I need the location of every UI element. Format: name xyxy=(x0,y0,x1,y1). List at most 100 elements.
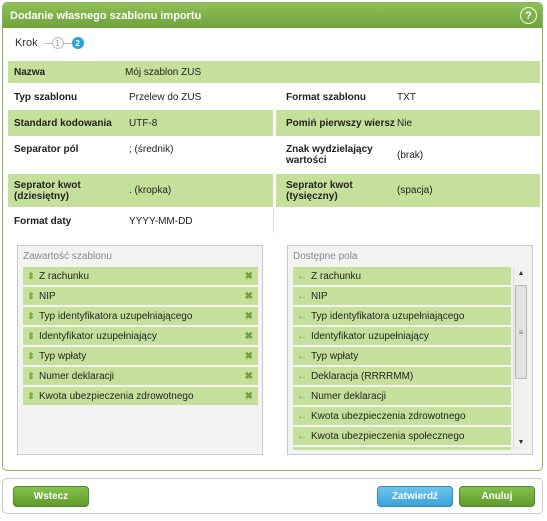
amount-separator-row: Seprator kwot (dziesiętny) . (kropka) Se… xyxy=(8,174,540,207)
step-connector xyxy=(63,42,72,44)
add-arrow-icon[interactable]: ← xyxy=(293,391,311,402)
dialog-footer: Wstecz Zatwierdź Anuluj xyxy=(2,478,543,514)
add-arrow-icon[interactable]: ← xyxy=(293,431,311,442)
add-arrow-icon[interactable]: ← xyxy=(293,291,311,302)
list-item[interactable]: ← Identyfikator uzupełniający xyxy=(293,327,511,345)
remove-icon[interactable]: ✖ xyxy=(245,311,253,322)
list-item-label: Typ identyfikatora uzupełniającego xyxy=(39,310,193,322)
list-item-label: Typ wpłaty xyxy=(311,350,359,362)
available-fields-title: Dostępne pola xyxy=(293,251,358,262)
type-row: Typ szablonu Przelew do ZUS Format szabl… xyxy=(8,86,540,108)
available-fields-scrollbar[interactable]: ▲ ≡ ▼ xyxy=(513,267,528,450)
step-1: 1 xyxy=(51,37,64,49)
list-item[interactable]: ⇕ NIP ✖ xyxy=(23,287,258,305)
list-item[interactable]: ← Typ wpłaty xyxy=(293,347,511,365)
drag-handle-icon[interactable]: ⇕ xyxy=(23,291,39,302)
list-item-label: Kwota ubezpieczenia społecznego xyxy=(311,430,465,442)
skip-first-value: Nie xyxy=(397,117,413,129)
list-item-label: NIP xyxy=(39,290,56,302)
type-label: Typ szablonu xyxy=(14,91,78,103)
quote-char-value: (brak) xyxy=(397,149,424,161)
back-button[interactable]: Wstecz xyxy=(13,486,89,507)
add-arrow-icon[interactable]: ← xyxy=(293,311,311,322)
drag-handle-icon[interactable]: ⇕ xyxy=(23,391,39,402)
name-label: Nazwa xyxy=(14,66,46,78)
step-2: 2 xyxy=(71,37,84,49)
step-label: Krok xyxy=(15,37,38,49)
template-contents-list: ⇕ Z rachunku ✖ ⇕ NIP ✖ ⇕ Typ identyfikatora u… xyxy=(23,267,258,407)
drag-handle-icon[interactable]: ⇕ xyxy=(23,371,39,382)
remove-icon[interactable]: ✖ xyxy=(245,351,253,362)
encoding-value: UTF-8 xyxy=(129,117,158,129)
name-value: Mój szablon ZUS xyxy=(125,66,202,78)
skip-first-label: Pomiń pierwszy wiersz xyxy=(286,117,395,129)
add-arrow-icon[interactable]: ← xyxy=(293,271,311,282)
add-arrow-icon[interactable]: ← xyxy=(293,371,311,382)
add-arrow-icon[interactable]: ← xyxy=(293,331,311,342)
list-item[interactable]: ⇕ Numer deklaracji ✖ xyxy=(23,367,258,385)
list-item-label: Z rachunku xyxy=(311,270,362,282)
list-item-label: Kwota ubezpieczenia zdrowotnego xyxy=(39,390,194,402)
date-format-label: Format daty xyxy=(14,215,72,227)
template-contents-title: Zawartość szablonu xyxy=(23,251,112,262)
available-fields-panel: Dostępne pola ← Z rachunku ← NIP ← Typ iden… xyxy=(287,245,533,455)
dialog-titlebar: Dodanie własnego szablonu importu ? xyxy=(3,3,542,28)
template-contents-panel: Zawartość szablonu ⇕ Z rachunku ✖ ⇕ NIP ✖ ⇕ T… xyxy=(17,245,263,455)
drag-handle-icon[interactable]: ⇕ xyxy=(23,331,39,342)
type-value: Przelew do ZUS xyxy=(129,91,202,103)
add-arrow-icon[interactable]: ← xyxy=(293,411,311,422)
decimal-separator-value: . (kropka) xyxy=(129,185,172,196)
date-format-row: Format daty YYYY-MM-DD xyxy=(8,209,540,233)
list-item[interactable]: ⇕ Typ wpłaty ✖ xyxy=(23,347,258,365)
step-progress: 1 2 xyxy=(43,37,84,49)
list-item[interactable]: ⇕ Identyfikator uzupełniający ✖ xyxy=(23,327,258,345)
list-item-label: NIP xyxy=(311,290,328,302)
format-value: TXT xyxy=(397,91,416,103)
list-item[interactable]: ⇕ Kwota ubezpieczenia zdrowotnego ✖ xyxy=(23,387,258,405)
drag-handle-icon[interactable]: ⇕ xyxy=(23,311,39,322)
encoding-row: Standard kodowania UTF-8 Pomiń pierwszy … xyxy=(8,110,540,136)
thousand-separator-label: Seprator kwot (tysięczny) xyxy=(286,179,353,202)
remove-icon[interactable]: ✖ xyxy=(245,271,253,282)
list-item[interactable]: ← Kwota ubezpieczenia zdrowotnego xyxy=(293,407,511,425)
step-connector xyxy=(43,42,52,44)
name-row: Nazwa Mój szablon ZUS xyxy=(8,61,540,83)
remove-icon[interactable]: ✖ xyxy=(245,291,253,302)
scroll-down-icon[interactable]: ▼ xyxy=(514,436,528,450)
step-indicator: Krok 1 2 xyxy=(3,28,542,58)
thousand-separator-value: (spacja) xyxy=(397,185,433,196)
add-arrow-icon[interactable]: ← xyxy=(293,351,311,362)
remove-icon[interactable]: ✖ xyxy=(245,371,253,382)
available-fields-list: ← Z rachunku ← NIP ← Typ identyfikatora uzu… xyxy=(293,267,511,450)
list-item-label: Identyfikator uzupełniający xyxy=(39,330,157,342)
list-item-label: Deklaracja (RRRRMM) xyxy=(311,370,414,382)
list-item[interactable]: ← Kwota ubezpieczenia społecznego xyxy=(293,427,511,445)
list-item[interactable]: ← Deklaracja (RRRRMM) xyxy=(293,367,511,385)
drag-handle-icon[interactable]: ⇕ xyxy=(23,271,39,282)
dialog-title: Dodanie własnego szablonu importu xyxy=(10,9,202,22)
list-item[interactable]: ← NIP xyxy=(293,287,511,305)
scroll-thumb[interactable]: ≡ xyxy=(515,285,527,379)
list-item-label: Numer deklaracji xyxy=(39,370,115,382)
scroll-up-icon[interactable]: ▲ xyxy=(514,267,528,281)
remove-icon[interactable]: ✖ xyxy=(245,331,253,342)
format-label: Format szablonu xyxy=(286,91,367,103)
cancel-button[interactable]: Anuluj xyxy=(459,486,535,507)
list-item-label: Typ wpłaty xyxy=(39,350,87,362)
list-item[interactable]: ← Typ identyfikatora uzupełniającego xyxy=(293,307,511,325)
field-separator-row: Separator pól ; (średnik) Znak wydzielaj… xyxy=(8,138,540,172)
confirm-button[interactable]: Zatwierdź xyxy=(377,486,453,507)
quote-char-label: Znak wydzielający wartości xyxy=(286,144,373,166)
list-item-label: Identyfikator uzupełniający xyxy=(311,330,429,342)
list-item-label: Typ identyfikatora uzupełniającego xyxy=(311,310,465,322)
decimal-separator-label: Seprator kwot (dziesiętny) xyxy=(14,179,81,202)
list-item[interactable]: ← Z rachunku xyxy=(293,267,511,285)
list-item[interactable]: ← xyxy=(293,447,511,450)
date-format-value: YYYY-MM-DD xyxy=(129,215,193,227)
help-icon[interactable]: ? xyxy=(520,7,537,24)
drag-handle-icon[interactable]: ⇕ xyxy=(23,351,39,362)
list-item[interactable]: ← Numer deklaracji xyxy=(293,387,511,405)
list-item[interactable]: ⇕ Typ identyfikatora uzupełniającego ✖ xyxy=(23,307,258,325)
remove-icon[interactable]: ✖ xyxy=(245,391,253,402)
list-item[interactable]: ⇕ Z rachunku ✖ xyxy=(23,267,258,285)
